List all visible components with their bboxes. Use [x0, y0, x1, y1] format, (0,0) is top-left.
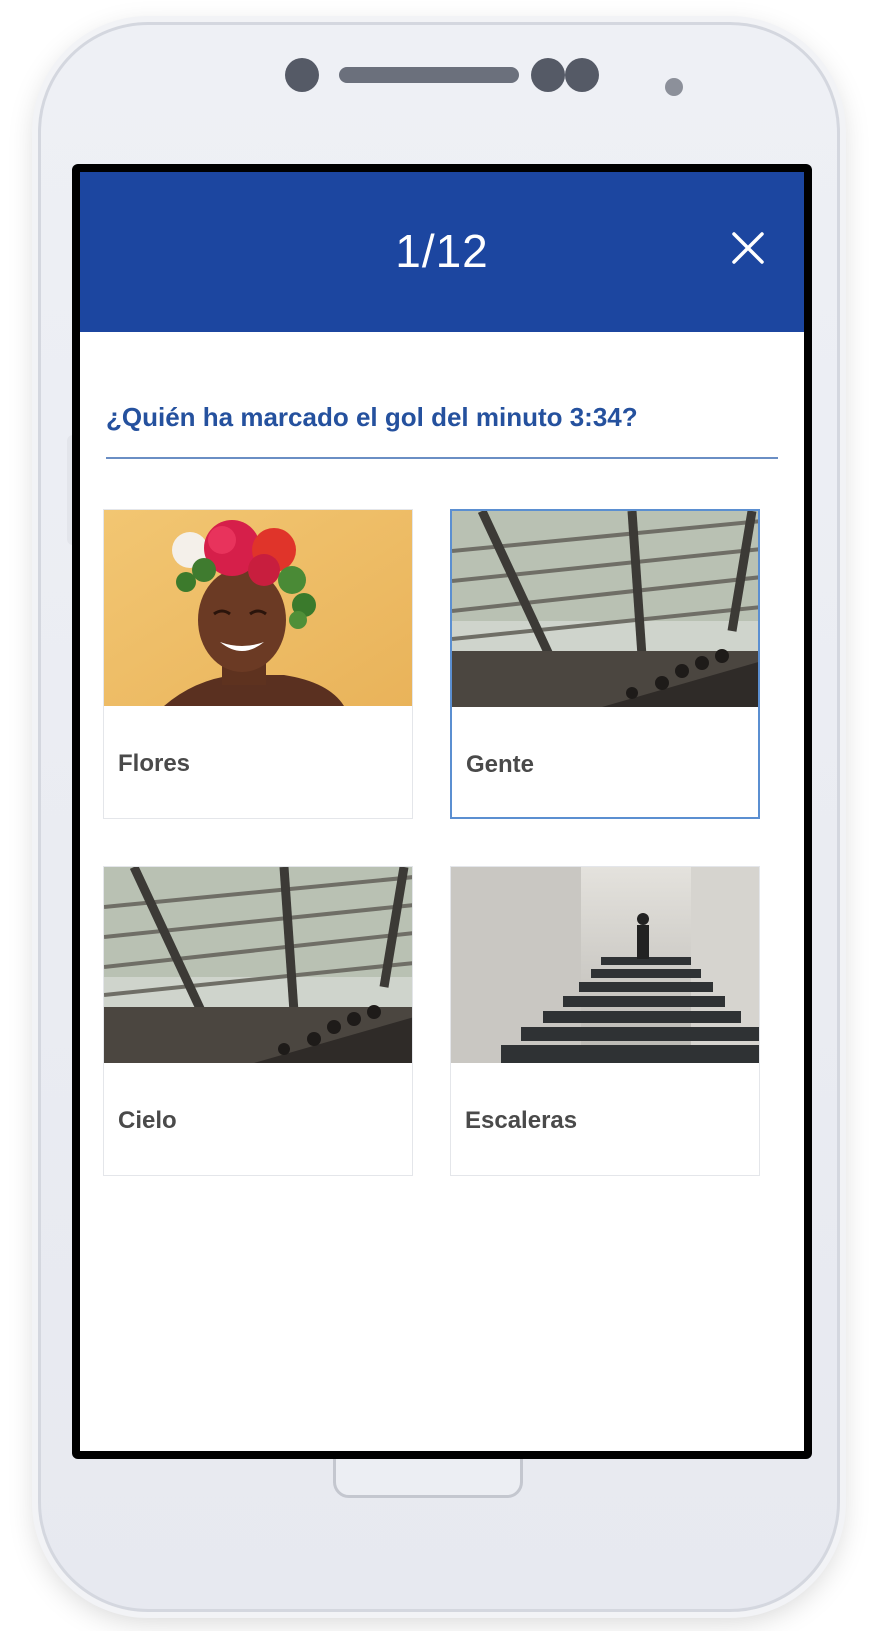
quiz-screen: 1/12 ¿Quién ha marcado el gol del minuto…: [80, 172, 804, 1451]
sensor-left: [531, 58, 565, 92]
question-divider: [106, 457, 778, 459]
option-image-escalator-glass-roof: [104, 867, 412, 1063]
option-image-escalator-glass-roof: [452, 511, 758, 707]
option-image-man-on-stairs: [451, 867, 759, 1063]
earpiece-speaker: [339, 67, 519, 83]
option-card-gente[interactable]: Gente: [450, 509, 760, 819]
option-label: Escaleras: [465, 1107, 578, 1134]
quiz-header: 1/12: [80, 172, 804, 332]
option-label: Cielo: [118, 1107, 177, 1134]
option-label: Flores: [118, 750, 191, 777]
question-text: ¿Quién ha marcado el gol del minuto 3:34…: [106, 402, 638, 432]
close-icon: [732, 232, 764, 264]
option-label: Gente: [466, 751, 535, 778]
question-counter: 1/12: [395, 225, 489, 277]
sensor-right: [565, 58, 599, 92]
proximity-sensor: [665, 78, 683, 96]
option-card-escaleras[interactable]: Escaleras: [450, 866, 760, 1176]
close-button[interactable]: [728, 228, 768, 268]
front-camera: [285, 58, 319, 92]
phone-screen: 1/12 ¿Quién ha marcado el gol del minuto…: [72, 164, 812, 1459]
option-image-woman-flower-crown: [104, 510, 412, 706]
option-card-cielo[interactable]: Cielo: [103, 866, 413, 1176]
option-card-flores[interactable]: Flores: [103, 509, 413, 819]
